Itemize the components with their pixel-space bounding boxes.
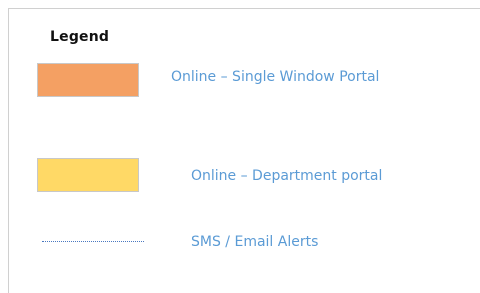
legend-panel [8,8,480,293]
sms-email-alerts-line [42,241,144,242]
department-portal-swatch [37,158,139,192]
department-portal-label: Online – Department portal [191,168,383,184]
legend-title: Legend [50,29,110,45]
single-window-portal-label: Online – Single Window Portal [171,69,380,85]
single-window-portal-swatch [37,63,139,97]
sms-email-alerts-label: SMS / Email Alerts [191,234,319,250]
